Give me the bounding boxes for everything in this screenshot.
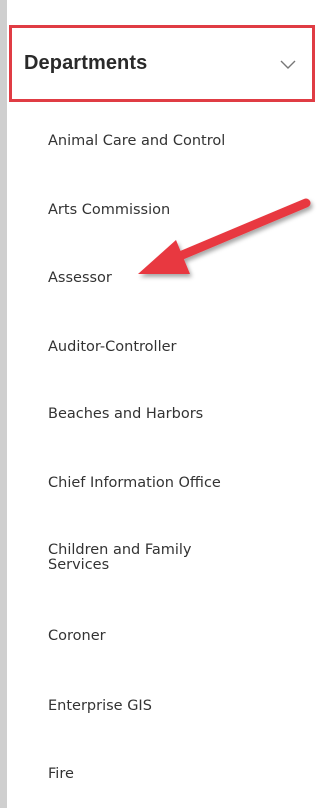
chevron-down-icon[interactable] <box>278 57 298 71</box>
menu-item-beaches-and-harbors[interactable]: Beaches and Harbors <box>48 406 288 422</box>
menu-item-fire[interactable]: Fire <box>48 766 288 782</box>
menu-item-assessor[interactable]: Assessor <box>48 270 288 286</box>
left-rail <box>0 0 7 808</box>
menu-item-arts-commission[interactable]: Arts Commission <box>48 202 288 218</box>
menu-item-children-and-family-services[interactable]: Children and Family Services <box>48 543 238 573</box>
departments-header[interactable]: Departments <box>9 25 315 102</box>
departments-title: Departments <box>24 52 148 74</box>
menu-item-coroner[interactable]: Coroner <box>48 628 288 644</box>
menu-item-enterprise-gis[interactable]: Enterprise GIS <box>48 698 288 714</box>
menu-item-chief-information-office[interactable]: Chief Information Office <box>48 475 288 491</box>
menu-item-auditor-controller[interactable]: Auditor-Controller <box>48 339 288 355</box>
departments-menu: Departments Animal Care and Control Arts… <box>7 0 321 808</box>
menu-item-animal-care-and-control[interactable]: Animal Care and Control <box>48 133 288 149</box>
